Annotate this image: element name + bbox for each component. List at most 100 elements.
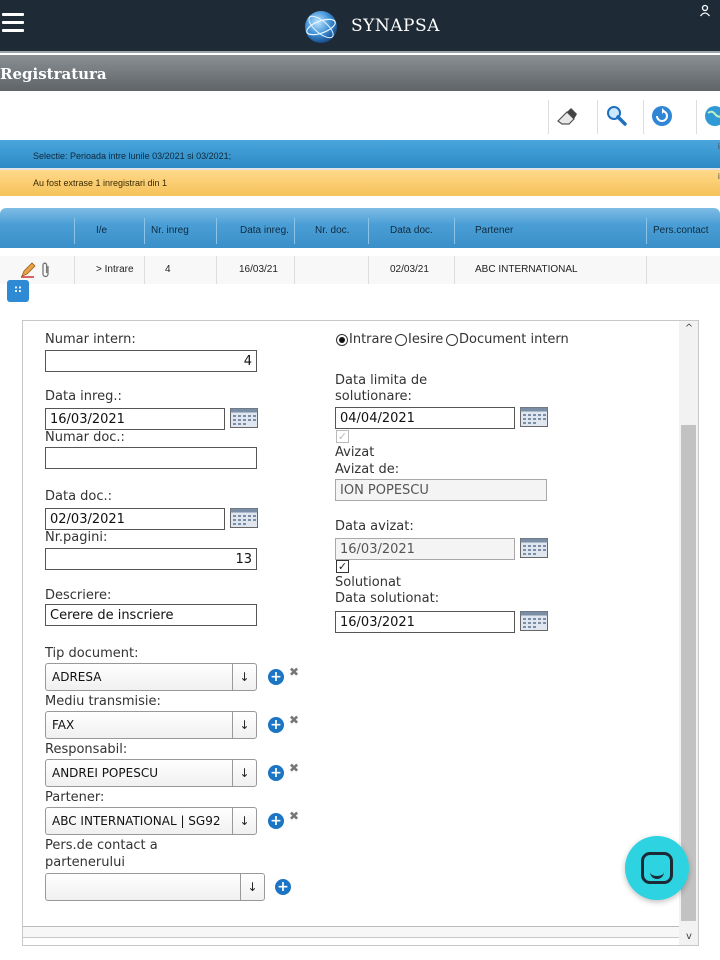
remove-icon[interactable]: ✖ [289,809,299,823]
drag-handle-icon[interactable]: :: [7,280,29,302]
chevron-down-icon[interactable]: ↓ [232,712,256,738]
data-inreg-label: Data inreg.: [45,389,122,404]
cell-partener: ABC INTERNATIONAL [454,256,646,284]
column-header-ie[interactable]: I/e [74,218,144,244]
remove-icon[interactable]: ✖ [289,761,299,775]
data-solutionat-input[interactable]: 16/03/2021 [335,611,515,633]
cell-pers-contact [646,256,720,284]
globe-icon [705,106,720,126]
remove-icon[interactable]: ✖ [289,713,299,727]
section-title: Registratura [0,65,107,83]
chevron-down-icon[interactable]: ↓ [232,760,256,786]
cell-data-inreg: 16/03/21 [216,256,294,284]
refresh-button[interactable] [643,100,679,134]
data-limita-label-line2: solutionare: [335,389,412,404]
add-icon[interactable]: + [268,717,284,733]
responsabil-value: ANDREI POPESCU [52,766,158,780]
data-doc-input[interactable]: 02/03/2021 [45,508,225,530]
refresh-icon [652,106,672,126]
column-header-nr-inreg[interactable]: Nr. inreg [144,218,216,244]
avizat-checkbox[interactable]: ✓ [336,430,349,443]
scroll-down-icon[interactable]: v [683,931,695,943]
selection-text: Selectie: Perioada intre lunile 03/2021 … [33,151,232,161]
column-header-data-doc[interactable]: Data doc. [368,218,454,244]
responsabil-select[interactable]: ANDREI POPESCU ↓ [45,759,257,787]
nr-pagini-input[interactable]: 13 [45,548,257,570]
radio-document-intern-label: Document intern [459,332,569,347]
partener-select[interactable]: ABC INTERNATIONAL | SG92 ↓ [45,807,257,835]
globe-button[interactable] [696,100,720,134]
table-header: I/e Nr. inreg Data inreg. Nr. doc. Data … [0,208,720,248]
radio-iesire-label: Iesire [408,332,444,347]
cell-ie: > Intrare [74,256,144,284]
selection-bar: Selectie: Perioada intre lunile 03/2021 … [0,140,720,168]
edit-icon[interactable] [20,262,36,278]
registry-table: I/e Nr. inreg Data inreg. Nr. doc. Data … [0,208,720,284]
menu-icon[interactable] [2,13,24,35]
data-limita-input[interactable]: 04/04/2021 [335,407,515,429]
table-row[interactable]: > Intrare 4 16/03/21 02/03/21 ABC INTERN… [0,256,720,284]
eraser-button[interactable] [548,100,584,134]
descriere-label: Descriere: [45,588,112,603]
chat-launcher-button[interactable] [625,836,689,900]
calendar-icon[interactable] [520,407,548,427]
calendar-icon[interactable] [520,611,548,631]
top-bar: SYNAPSA [0,0,720,53]
globe-logo-icon [305,11,337,43]
radio-document-intern[interactable] [446,334,458,346]
calendar-icon[interactable] [520,538,548,558]
avizat-de-input[interactable]: ION POPESCU [335,479,547,501]
cell-nr-doc [294,256,368,284]
tip-document-label: Tip document: [45,646,139,661]
add-icon[interactable]: + [275,879,291,895]
mediu-transmisie-value: FAX [52,718,75,732]
remove-icon[interactable]: ✖ [289,665,299,679]
data-avizat-label: Data avizat: [335,519,414,534]
avizat-label: Avizat [335,445,375,460]
numar-intern-input[interactable]: 4 [45,350,257,372]
add-icon[interactable]: + [268,813,284,829]
radio-iesire[interactable] [395,334,407,346]
calendar-icon[interactable] [230,408,258,428]
numar-doc-input[interactable] [45,447,257,469]
chevron-down-icon[interactable]: ↓ [232,664,256,690]
radio-intrare-label: Intrare [349,332,393,347]
add-icon[interactable]: + [268,765,284,781]
cell-nr-inreg: 4 [144,256,216,284]
add-icon[interactable]: + [268,669,284,685]
column-header-pers-contact[interactable]: Pers.contact [646,218,720,244]
pers-contact-select[interactable]: ↓ [45,873,265,901]
chevron-down-icon[interactable]: ↓ [240,874,264,900]
scroll-up-icon[interactable]: ^ [683,323,695,335]
column-header-partener[interactable]: Partener [454,218,646,244]
attachment-icon[interactable] [40,262,52,278]
partener-value: ABC INTERNATIONAL | SG92 [52,814,221,828]
data-inreg-input[interactable]: 16/03/2021 [45,408,225,430]
column-header-data-inreg[interactable]: Data inreg. [216,218,294,244]
mediu-transmisie-select[interactable]: FAX ↓ [45,711,257,739]
partener-label: Partener: [45,790,105,805]
descriere-input[interactable]: Cerere de inscriere [45,604,257,626]
section-header: Registratura [0,55,720,91]
avizat-de-label: Avizat de: [335,462,400,477]
search-button[interactable] [597,100,633,134]
chevron-down-icon[interactable]: ↓ [232,808,256,834]
tip-document-select[interactable]: ADRESA ↓ [45,663,257,691]
toolbar [0,92,720,140]
search-icon [607,106,627,126]
solutionat-checkbox[interactable]: ✓ [336,560,349,573]
user-icon[interactable] [699,4,711,18]
cell-data-doc: 02/03/21 [368,256,454,284]
scroll-thumb[interactable] [681,425,696,921]
extracted-bar: Au fost extrase 1 inregistrari din 1 i [0,170,720,196]
responsabil-label: Responsabil: [45,742,128,757]
data-avizat-input[interactable]: 16/03/2021 [335,538,515,560]
numar-intern-label: Numar intern: [45,332,136,347]
data-limita-label-line1: Data limita de [335,373,428,388]
numar-doc-label: Numar doc.: [45,430,125,445]
extracted-text: Au fost extrase 1 inregistrari din 1 [33,178,168,188]
radio-intrare[interactable] [336,334,348,346]
eraser-icon [557,108,577,125]
column-header-nr-doc[interactable]: Nr. doc. [294,218,368,244]
calendar-icon[interactable] [230,508,258,528]
